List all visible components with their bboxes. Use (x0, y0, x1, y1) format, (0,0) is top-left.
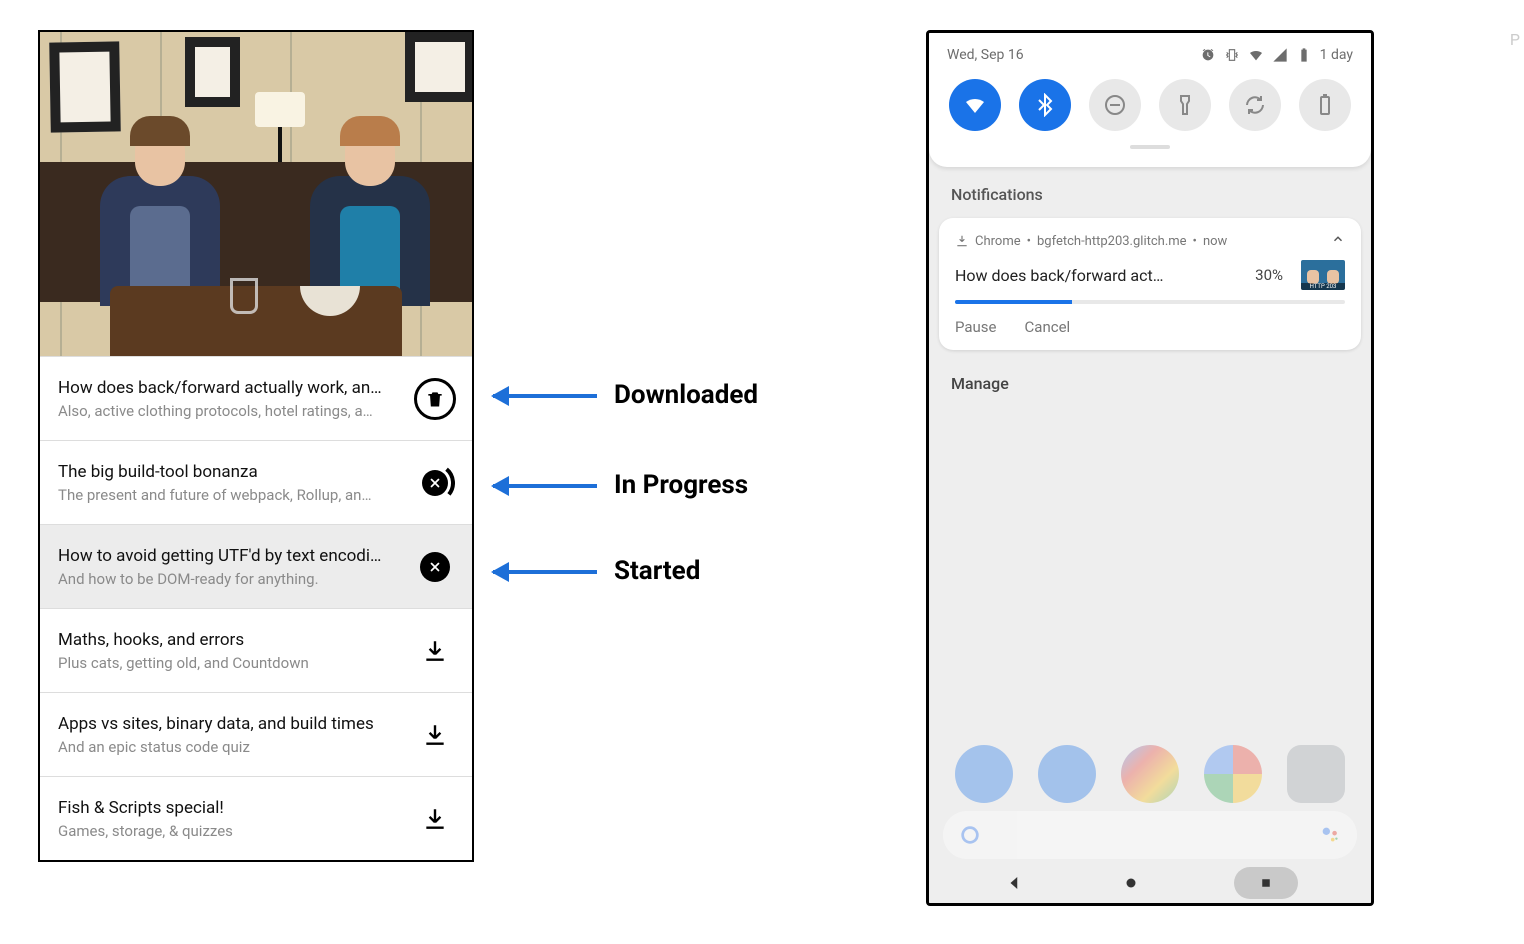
download-button[interactable] (414, 714, 456, 756)
delete-download-button[interactable] (414, 378, 456, 420)
cancel-download-button[interactable] (414, 546, 456, 588)
signal-icon (1272, 47, 1288, 63)
annotation-arrow (493, 570, 597, 574)
download-button[interactable] (414, 630, 456, 672)
cancel-download-button[interactable] (414, 462, 456, 504)
shade-handle[interactable] (1130, 145, 1170, 149)
hero-image (40, 32, 472, 356)
episode-title: Maths, hooks, and errors (58, 630, 404, 650)
phone-app-icon[interactable] (955, 745, 1013, 803)
alarm-icon (1200, 47, 1216, 63)
episode-subtitle: And an epic status code quiz (58, 738, 404, 756)
camera-app-icon[interactable] (1287, 745, 1345, 803)
episode-subtitle: And how to be DOM-ready for anything. (58, 570, 404, 588)
qs-battery-saver[interactable] (1299, 79, 1351, 131)
episode-row[interactable]: Apps vs sites, binary data, and build ti… (40, 692, 472, 776)
download-icon (955, 234, 969, 248)
episode-row[interactable]: Maths, hooks, and errors Plus cats, gett… (40, 608, 472, 692)
chevron-up-icon (1331, 232, 1345, 246)
episode-subtitle: The present and future of webpack, Rollu… (58, 486, 404, 504)
notification-thumbnail (1301, 260, 1345, 290)
search-bar[interactable] (943, 811, 1357, 859)
download-icon (422, 722, 448, 748)
annotation-label-in-progress: In Progress (614, 470, 748, 500)
vibrate-icon (1224, 47, 1240, 63)
download-button[interactable] (414, 798, 456, 840)
notification-shade: Wed, Sep 16 1 day (929, 33, 1371, 167)
status-date: Wed, Sep 16 (947, 47, 1024, 63)
annotation-label-started: Started (614, 556, 700, 586)
episode-title: Apps vs sites, binary data, and build ti… (58, 714, 404, 734)
annotation-arrow (493, 484, 597, 488)
assistant-icon (1319, 824, 1341, 846)
notification-pause-button[interactable]: Pause (955, 318, 997, 336)
home-dock (929, 745, 1371, 803)
episode-title: The big build-tool bonanza (58, 462, 404, 482)
battery-icon (1296, 47, 1312, 63)
chrome-app-icon[interactable] (1204, 745, 1262, 803)
episode-title: How to avoid getting UTF'd by text encod… (58, 546, 404, 566)
qs-wifi[interactable] (949, 79, 1001, 131)
trash-icon (414, 378, 456, 420)
episode-subtitle: Also, active clothing protocols, hotel r… (58, 402, 404, 420)
qs-rotate[interactable] (1229, 79, 1281, 131)
battery-text: 1 day (1320, 47, 1353, 63)
google-icon (959, 824, 981, 846)
qs-dnd[interactable] (1089, 79, 1141, 131)
nav-recents-button[interactable] (1234, 867, 1298, 899)
episode-row[interactable]: How to avoid getting UTF'd by text encod… (40, 524, 472, 608)
notifications-heading: Notifications (929, 167, 1371, 218)
nav-bar (929, 863, 1371, 903)
notification-title: How does back/forward act… (955, 266, 1245, 285)
notification-percent: 30% (1255, 266, 1283, 284)
episode-row[interactable]: Fish & Scripts special! Games, storage, … (40, 776, 472, 860)
episode-row[interactable]: The big build-tool bonanza The present a… (40, 440, 472, 524)
download-icon (422, 806, 448, 832)
notification-cancel-button[interactable]: Cancel (1025, 318, 1071, 336)
wifi-icon (1248, 47, 1264, 63)
annotation-arrow (493, 394, 597, 398)
notification-source: bgfetch-http203.glitch.me (1037, 234, 1187, 249)
play-store-icon[interactable] (1121, 745, 1179, 803)
episode-subtitle: Games, storage, & quizzes (58, 822, 404, 840)
qs-bluetooth[interactable] (1019, 79, 1071, 131)
annotation-label-downloaded: Downloaded (614, 380, 758, 410)
download-icon (422, 638, 448, 664)
episode-title: Fish & Scripts special! (58, 798, 404, 818)
episode-list: How does back/forward actually work, an…… (40, 356, 472, 860)
progress-cancel-icon (415, 463, 455, 503)
status-bar: Wed, Sep 16 1 day (929, 33, 1371, 73)
nav-home-button[interactable] (1118, 870, 1144, 896)
progress-fill (955, 300, 1072, 304)
episode-row[interactable]: How does back/forward actually work, an…… (40, 356, 472, 440)
manage-notifications-button[interactable]: Manage (929, 364, 1371, 403)
messages-app-icon[interactable] (1038, 745, 1096, 803)
progress-bar (955, 300, 1345, 304)
collapse-button[interactable] (1331, 232, 1345, 250)
episode-subtitle: Plus cats, getting old, and Countdown (58, 654, 404, 672)
notification-app: Chrome (975, 234, 1021, 249)
quick-settings (929, 73, 1371, 145)
phone-frame: Wed, Sep 16 1 day Notifications Chrome (926, 30, 1374, 906)
notification-time: now (1203, 234, 1227, 249)
episode-title: How does back/forward actually work, an… (58, 378, 404, 398)
nav-back-button[interactable] (1002, 870, 1028, 896)
episode-app: How does back/forward actually work, an…… (38, 30, 474, 862)
notification-card[interactable]: Chrome • bgfetch-http203.glitch.me • now… (939, 218, 1361, 350)
stray-char: P (1510, 30, 1520, 49)
cancel-icon (420, 552, 450, 582)
qs-flashlight[interactable] (1159, 79, 1211, 131)
